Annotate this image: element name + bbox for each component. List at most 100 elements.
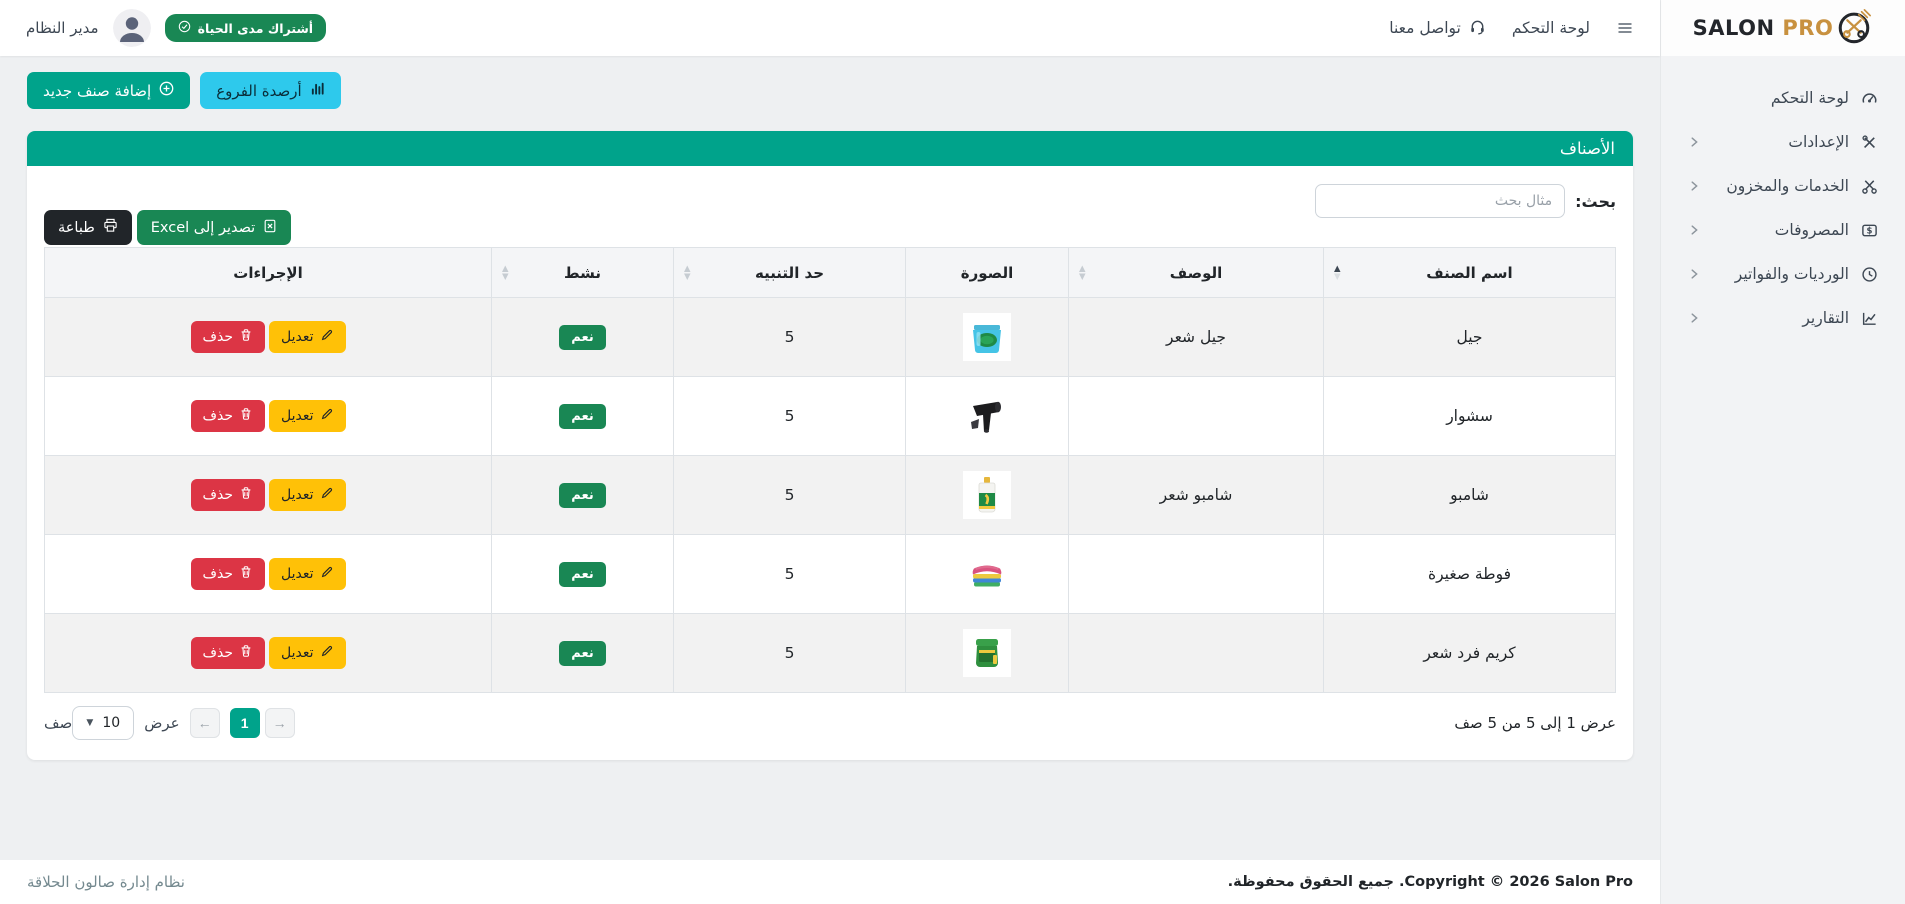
sidebar-item-label: لوحة التحكم [1687,89,1849,107]
pagination-prev-button[interactable]: → [265,708,295,738]
edit-button[interactable]: تعديل [269,637,346,669]
navbar-left-group: أشتراك مدى الحياة مدير النظام [26,9,326,47]
sidebar-item-label: التقارير [1712,309,1849,327]
row-actions: تعديل حذف [53,321,483,353]
delete-label: حذف [203,645,234,661]
table-row: فوطة صغيرة5نعمتعديلحذف [45,535,1616,614]
column-header: الصورة [906,248,1069,298]
search-input[interactable] [1315,184,1565,218]
avatar[interactable] [113,9,151,47]
delete-button[interactable]: حذف [191,479,266,511]
actions-cell: تعديل حذف [45,456,492,535]
row-actions: تعديلحذف [53,558,483,590]
column-header[interactable]: اسم الصنف▲▼ [1324,248,1616,298]
sidebar-item-scissors[interactable]: الخدمات والمخزون [1661,164,1905,208]
clock-icon [1860,266,1879,283]
print-button[interactable]: طباعة [44,210,132,245]
tools-icon [1860,134,1879,151]
sidebar-item-label: الورديات والفواتير [1712,265,1849,283]
alert-limit-cell: 5 [674,456,906,535]
pagination-next-button[interactable]: ← [190,708,220,738]
excel-file-icon [263,219,277,237]
nav-dashboard-link[interactable]: لوحة التحكم [1512,19,1590,37]
chevron-icon [1687,267,1701,281]
pagination-row: عرض 1 إلى 5 من 5 صف → 1 ← عرض 10 ▼ صف [44,706,1616,740]
trash-icon [239,407,253,425]
delete-label: حذف [203,408,234,424]
trash-icon [239,644,253,662]
export-excel-button[interactable]: تصدير إلى Excel [137,210,291,245]
column-header[interactable]: الوصف▲▼ [1069,248,1324,298]
sidebar-item-tools[interactable]: الإعدادات [1661,120,1905,164]
item-image-cell [906,456,1069,535]
branch-balances-button[interactable]: أرصدة الفروع [200,72,340,109]
alert-limit-cell: 5 [674,377,906,456]
pencil-icon [320,486,334,504]
item-name-cell: جيل [1324,298,1616,377]
edit-button[interactable]: تعديل [269,321,346,353]
menu-toggle-icon[interactable] [1616,19,1634,37]
gauge-icon [1860,90,1879,107]
cream-jar-image [963,629,1011,677]
items-table: اسم الصنف▲▼الوصف▲▼الصورةحد التنبيه▲▼نشط▲… [44,247,1616,693]
delete-button[interactable]: حذف [191,558,266,590]
table-header-row: اسم الصنف▲▼الوصف▲▼الصورةحد التنبيه▲▼نشط▲… [45,248,1616,298]
row-actions: تعديل حذف [53,637,483,669]
actions-cell: تعديل حذف [45,377,492,456]
active-badge: نعم [559,641,605,666]
delete-button[interactable]: حذف [191,400,266,432]
user-name: مدير النظام [26,19,99,37]
edit-button[interactable]: تعديل [269,400,346,432]
table-row: كريم فرد شعر5نعمتعديلحذف [45,614,1616,693]
column-header[interactable]: نشط▲▼ [492,248,674,298]
alert-limit-cell: 5 [674,614,906,693]
add-item-button[interactable]: إضافة صنف جديد [27,72,190,109]
navbar-right-group: لوحة التحكم تواصل معنا [1389,18,1634,39]
column-header-label: الإجراءات [233,264,302,282]
page-content: أرصدة الفروع إضافة صنف جديد الأصناف بحث: [0,56,1660,860]
sidebar-item-gauge[interactable]: لوحة التحكم [1661,76,1905,120]
active-cell: نعم [492,298,674,377]
chevron-icon [1687,223,1701,237]
shampoo-bottle-image [963,471,1011,519]
sidebar-item-chart[interactable]: التقارير [1661,296,1905,340]
add-item-label: إضافة صنف جديد [43,82,151,100]
nav-contact-link[interactable]: تواصل معنا [1389,18,1486,39]
delete-button[interactable]: حذف [191,321,266,353]
main-column: لوحة التحكم تواصل معنا أشتراك مدى الحياة… [0,0,1660,904]
column-header-label: حد التنبيه [755,264,824,282]
delete-label: حذف [203,329,234,345]
sidebar-item-label: الخدمات والمخزون [1712,177,1849,195]
printer-icon [103,218,118,237]
item-image-cell [906,535,1069,614]
sort-arrows-icon: ▲▼ [1334,265,1341,281]
edit-label: تعديل [281,329,314,345]
page-actions-row: أرصدة الفروع إضافة صنف جديد [27,72,1633,109]
sort-arrows-icon: ▲▼ [1079,265,1086,281]
edit-button[interactable]: تعديل [269,479,346,511]
edit-label: تعديل [281,645,314,661]
delete-button[interactable]: حذف [191,637,266,669]
pagination-page-1-button[interactable]: 1 [230,708,260,738]
headset-icon [1469,18,1486,39]
edit-button[interactable]: تعديل [269,558,346,590]
active-badge: نعم [559,562,605,587]
card-title: الأصناف [27,131,1633,166]
brand-logo[interactable]: SALON PRO [1661,0,1905,56]
item-description-cell [1069,614,1324,693]
gel-jar-image [963,313,1011,361]
scissors-emblem-icon [1835,7,1873,49]
item-description-cell [1069,377,1324,456]
search-group: بحث: [1315,184,1616,218]
sidebar-item-clock[interactable]: الورديات والفواتير [1661,252,1905,296]
sidebar-item-money[interactable]: $المصروفات [1661,208,1905,252]
print-label: طباعة [58,220,95,236]
pagination-info: عرض 1 إلى 5 من 5 صف [1454,714,1616,732]
active-cell: نعم [492,535,674,614]
page-length-select[interactable]: 10 ▼ [72,706,134,740]
nav-contact-label: تواصل معنا [1389,19,1461,37]
column-header[interactable]: حد التنبيه▲▼ [674,248,906,298]
delete-label: حذف [203,487,234,503]
active-cell: نعم [492,377,674,456]
column-header-label: نشط [564,264,601,282]
